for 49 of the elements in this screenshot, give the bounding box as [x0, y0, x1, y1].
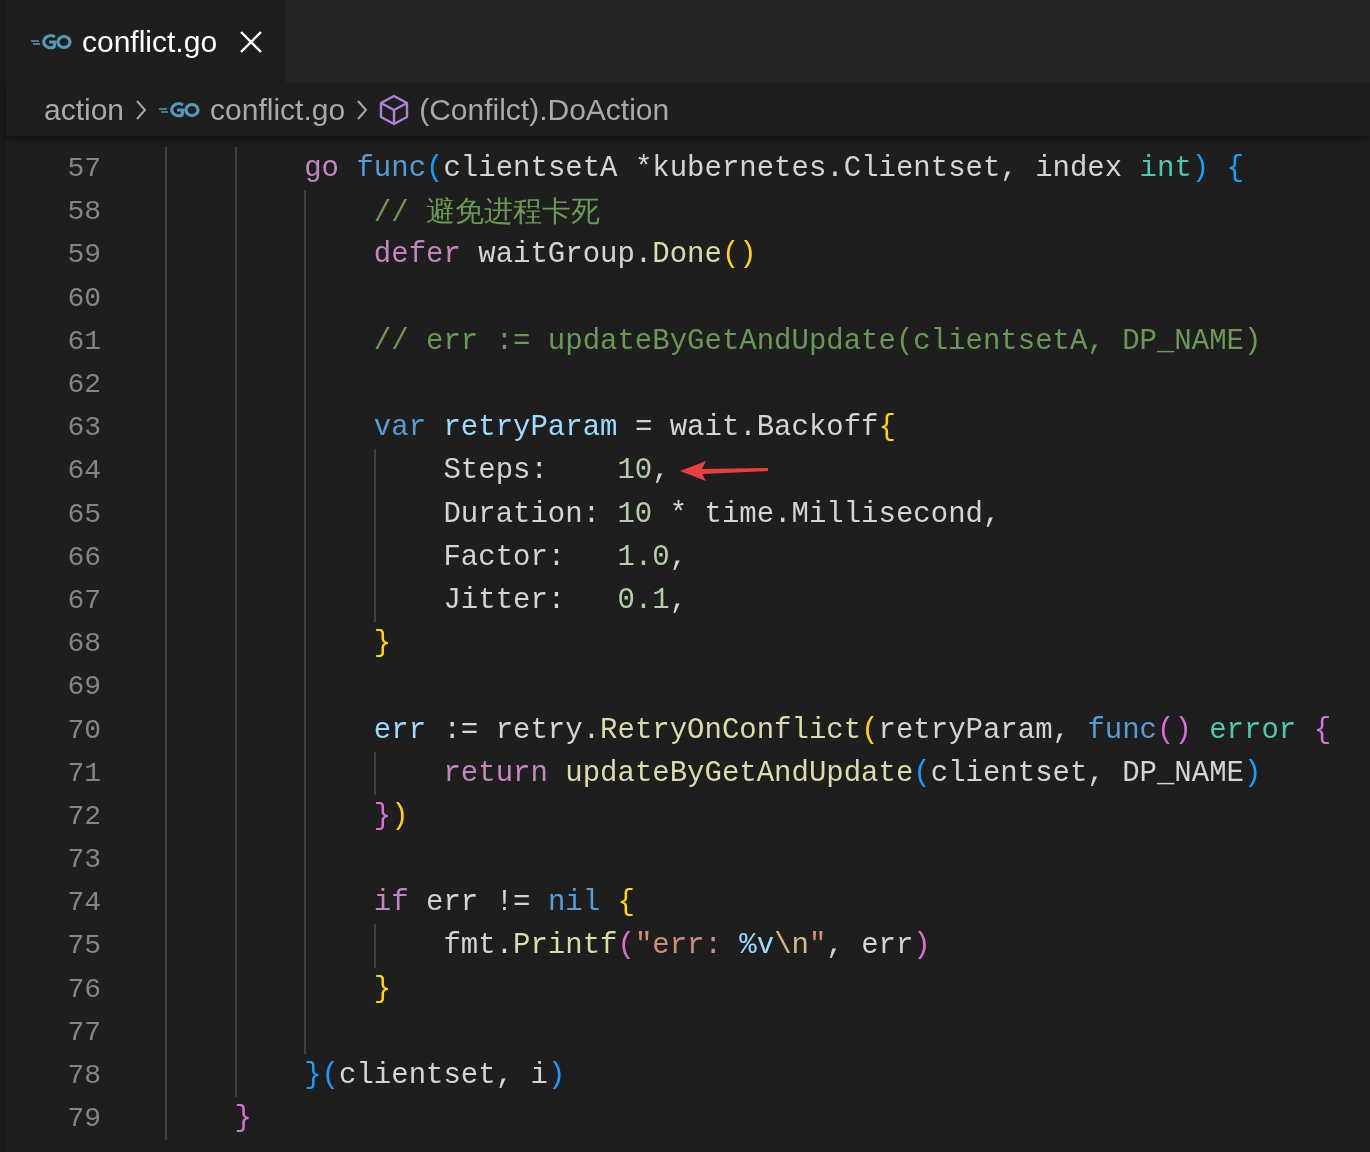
code-line: fmt.Printf("err: %v\n", err) [443, 929, 931, 963]
line-number: 66 [66, 541, 102, 573]
code-line: go func(clientsetA *kubernetes.Clientset, index int) { [304, 152, 1245, 186]
line-number: 77 [66, 1016, 102, 1048]
line-number: 73 [66, 844, 102, 876]
line-number: 67 [66, 584, 102, 616]
cube-icon [379, 93, 410, 126]
line-number: 71 [66, 757, 102, 789]
line-number: 63 [66, 412, 102, 444]
code-line: // err := updateByGetAndUpdate(clientsetA, DP_NAME) [373, 324, 1262, 358]
code-line: defer waitGroup.Done() [373, 238, 757, 272]
line-number: 70 [66, 714, 102, 746]
breadcrumb-item[interactable]: conflict.go [210, 92, 346, 127]
code-line: Steps: 10, [443, 454, 670, 488]
code-line: }(clientset, i) [304, 1059, 566, 1093]
code-line: if err != nil { [373, 886, 635, 920]
code-line: return updateByGetAndUpdate(clientset, DP_NAME) [443, 756, 1262, 790]
line-number: 79 [66, 1103, 102, 1135]
code-line: Duration: 10 * time.Millisecond, [443, 497, 1001, 531]
line-number: 76 [66, 973, 102, 1005]
code-line: } [373, 972, 392, 1006]
code-line: Jitter: 0.1, [443, 583, 688, 617]
line-number: 62 [66, 369, 102, 401]
code-line: } [373, 627, 392, 661]
file-type-icon [30, 32, 72, 51]
breadcrumb-item[interactable]: (Confilct).DoAction [419, 92, 670, 127]
line-number: 58 [66, 196, 102, 228]
line-number: 72 [66, 800, 102, 832]
close-icon[interactable] [239, 29, 264, 54]
code-line: Factor: 1.0, [443, 540, 688, 574]
line-number: 59 [66, 239, 102, 271]
line-number: 69 [66, 671, 102, 703]
line-number: 78 [66, 1060, 102, 1092]
editor-tab[interactable]: conflict.go [6, 0, 286, 83]
line-number: 75 [66, 930, 102, 962]
code-line: }) [373, 799, 409, 833]
line-number: 65 [66, 498, 102, 530]
line-number: 64 [66, 455, 102, 487]
line-number: 60 [66, 282, 102, 314]
code-line: } [234, 1102, 252, 1136]
code-line: var retryParam = wait.Backoff{ [373, 411, 896, 445]
breadcrumb-item[interactable]: action [44, 92, 125, 127]
line-number: 57 [66, 153, 102, 185]
line-number: 68 [66, 628, 102, 660]
file-type-icon [158, 100, 201, 119]
code-line: // 避免进程卡死 [373, 195, 601, 232]
line-number: 61 [66, 325, 102, 357]
line-number: 74 [66, 887, 102, 919]
code-line: err := retry.RetryOnConflict(retryParam, func() error { [373, 713, 1332, 747]
